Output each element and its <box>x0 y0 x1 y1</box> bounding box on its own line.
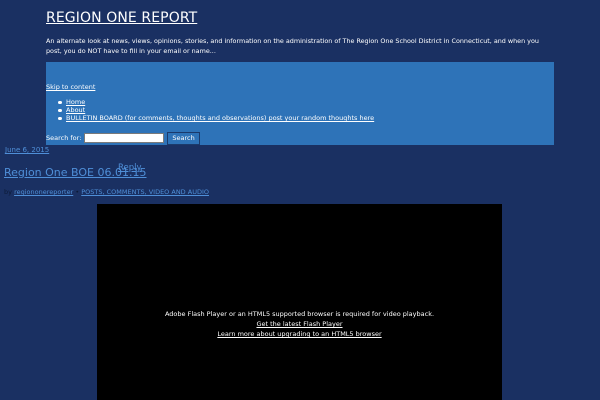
post-date-link[interactable]: June 6, 2015 <box>5 146 49 154</box>
menu-item-about: About <box>58 106 374 114</box>
search-button[interactable]: Search <box>167 131 200 145</box>
site-description: An alternate look at news, views, opinio… <box>46 37 539 55</box>
video-requirement-text: Adobe Flash Player or an HTML5 supported… <box>164 310 435 318</box>
flash-player-link[interactable]: Get the latest Flash Player <box>256 320 342 328</box>
menu-item-bulletin-board: BULLETIN BOARD (for comments, thoughts a… <box>58 114 374 122</box>
byline-separator: • <box>75 188 80 196</box>
search-label: Search for: <box>46 134 82 142</box>
site-title-link[interactable]: REGION ONE REPORT <box>46 9 556 27</box>
menu-link-about[interactable]: About <box>66 106 85 114</box>
video-message-box: Adobe Flash Player or an HTML5 supported… <box>97 309 502 339</box>
html5-upgrade-link[interactable]: Learn more about upgrading to an HTML5 b… <box>217 330 381 338</box>
menu-link-home[interactable]: Home <box>66 98 85 106</box>
category-link[interactable]: POSTS, COMMENTS, VIDEO AND AUDIO <box>81 188 209 196</box>
video-player[interactable]: Adobe Flash Player or an HTML5 supported… <box>97 204 502 400</box>
reply-link[interactable]: Reply <box>118 163 142 173</box>
site-header: REGION ONE REPORT An alternate look at n… <box>46 9 556 55</box>
author-link[interactable]: regiononereporter <box>14 188 73 196</box>
byline-by-text: by <box>4 188 12 196</box>
search-input[interactable] <box>84 133 165 143</box>
menu-item-home: Home <box>58 98 374 106</box>
post-byline: by regiononereporter • POSTS, COMMENTS, … <box>4 188 209 196</box>
skip-to-content-link[interactable]: Skip to content <box>46 83 95 91</box>
navigation-box: Skip to content Home About BULLETIN BOAR… <box>46 62 554 145</box>
search-form: Search for: Search <box>46 131 200 145</box>
main-menu: Home About BULLETIN BOARD (for comments,… <box>58 98 374 122</box>
menu-link-bulletin-board[interactable]: BULLETIN BOARD (for comments, thoughts a… <box>66 114 374 122</box>
